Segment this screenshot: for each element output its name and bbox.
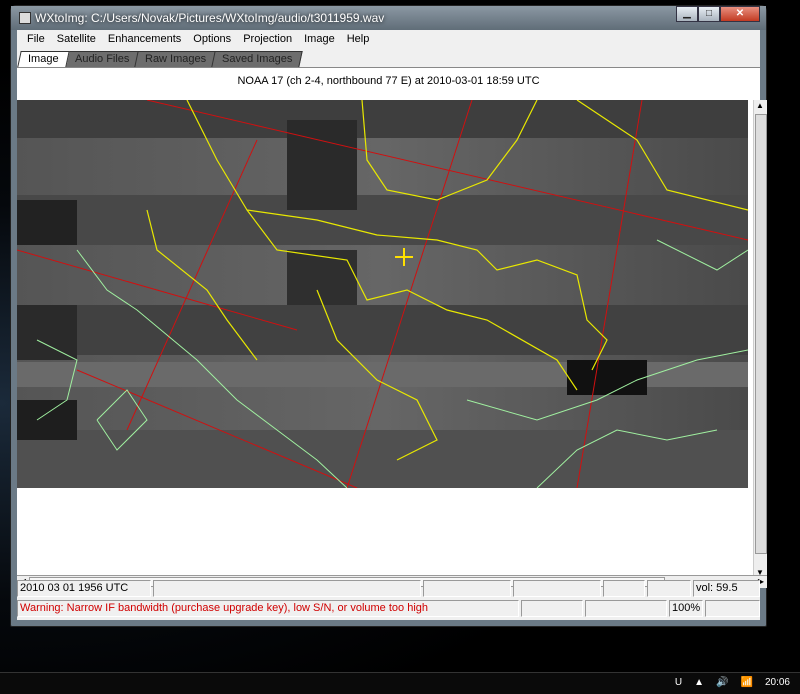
vertical-scrollbar[interactable]: ▲ ▼ — [753, 100, 767, 579]
tab-saved-images[interactable]: Saved Images — [211, 51, 304, 67]
scroll-up-arrow[interactable]: ▲ — [754, 100, 766, 112]
menu-help[interactable]: Help — [341, 30, 376, 48]
menu-enhancements[interactable]: Enhancements — [102, 30, 187, 48]
menu-image[interactable]: Image — [298, 30, 341, 48]
tab-raw-images[interactable]: Raw Images — [134, 51, 217, 67]
status-warning: Warning: Narrow IF bandwidth (purchase u… — [17, 600, 519, 617]
status-cell — [153, 580, 421, 597]
status-progress: 100% — [669, 600, 703, 617]
tab-audio-files[interactable]: Audio Files — [63, 51, 140, 67]
tab-image[interactable]: Image — [17, 51, 70, 67]
status-cell — [521, 600, 583, 617]
system-tray: U ▲ 🔊 📶 20:06 — [675, 677, 790, 688]
close-button[interactable]: ✕ — [720, 6, 760, 22]
satellite-image — [16, 99, 749, 489]
status-cell — [647, 580, 691, 597]
volume-icon[interactable]: 🔊 — [716, 677, 728, 688]
network-icon[interactable]: 📶 — [741, 677, 753, 688]
status-cell — [513, 580, 601, 597]
menu-satellite[interactable]: Satellite — [51, 30, 102, 48]
status-bar-1: 2010 03 01 1956 UTC vol: 59.5 — [17, 580, 760, 598]
menu-options[interactable]: Options — [187, 30, 237, 48]
satellite-image-view[interactable] — [16, 99, 753, 575]
status-cell — [423, 580, 511, 597]
status-time: 2010 03 01 1956 UTC — [17, 580, 151, 597]
clock[interactable]: 20:06 — [765, 677, 790, 688]
status-volume: vol: 59.5 — [693, 580, 760, 597]
app-icon — [19, 12, 31, 24]
vertical-scroll-thumb[interactable] — [755, 114, 767, 554]
minimize-button[interactable]: ▁ — [676, 6, 698, 22]
status-bar-2: Warning: Narrow IF bandwidth (purchase u… — [17, 600, 760, 618]
tray-u-icon[interactable]: U — [675, 677, 682, 688]
menu-file[interactable]: File — [21, 30, 51, 48]
title-bar: WXtoImg: C:/Users/Novak/Pictures/WXtoImg… — [11, 6, 766, 30]
image-panel: NOAA 17 (ch 2-4, northbound 77 E) at 201… — [16, 67, 767, 588]
menu-bar: File Satellite Enhancements Options Proj… — [17, 30, 760, 48]
menu-projection[interactable]: Projection — [237, 30, 298, 48]
status-cell — [603, 580, 645, 597]
image-caption: NOAA 17 (ch 2-4, northbound 77 E) at 201… — [237, 75, 540, 87]
status-cell — [705, 600, 760, 617]
maximize-button[interactable]: □ — [698, 6, 720, 22]
window-title: WXtoImg: C:/Users/Novak/Pictures/WXtoImg… — [35, 11, 385, 25]
app-window: WXtoImg: C:/Users/Novak/Pictures/WXtoImg… — [10, 5, 767, 627]
taskbar: U ▲ 🔊 📶 20:06 — [0, 672, 800, 694]
status-cell — [585, 600, 667, 617]
show-hidden-icons-icon[interactable]: ▲ — [694, 677, 704, 688]
